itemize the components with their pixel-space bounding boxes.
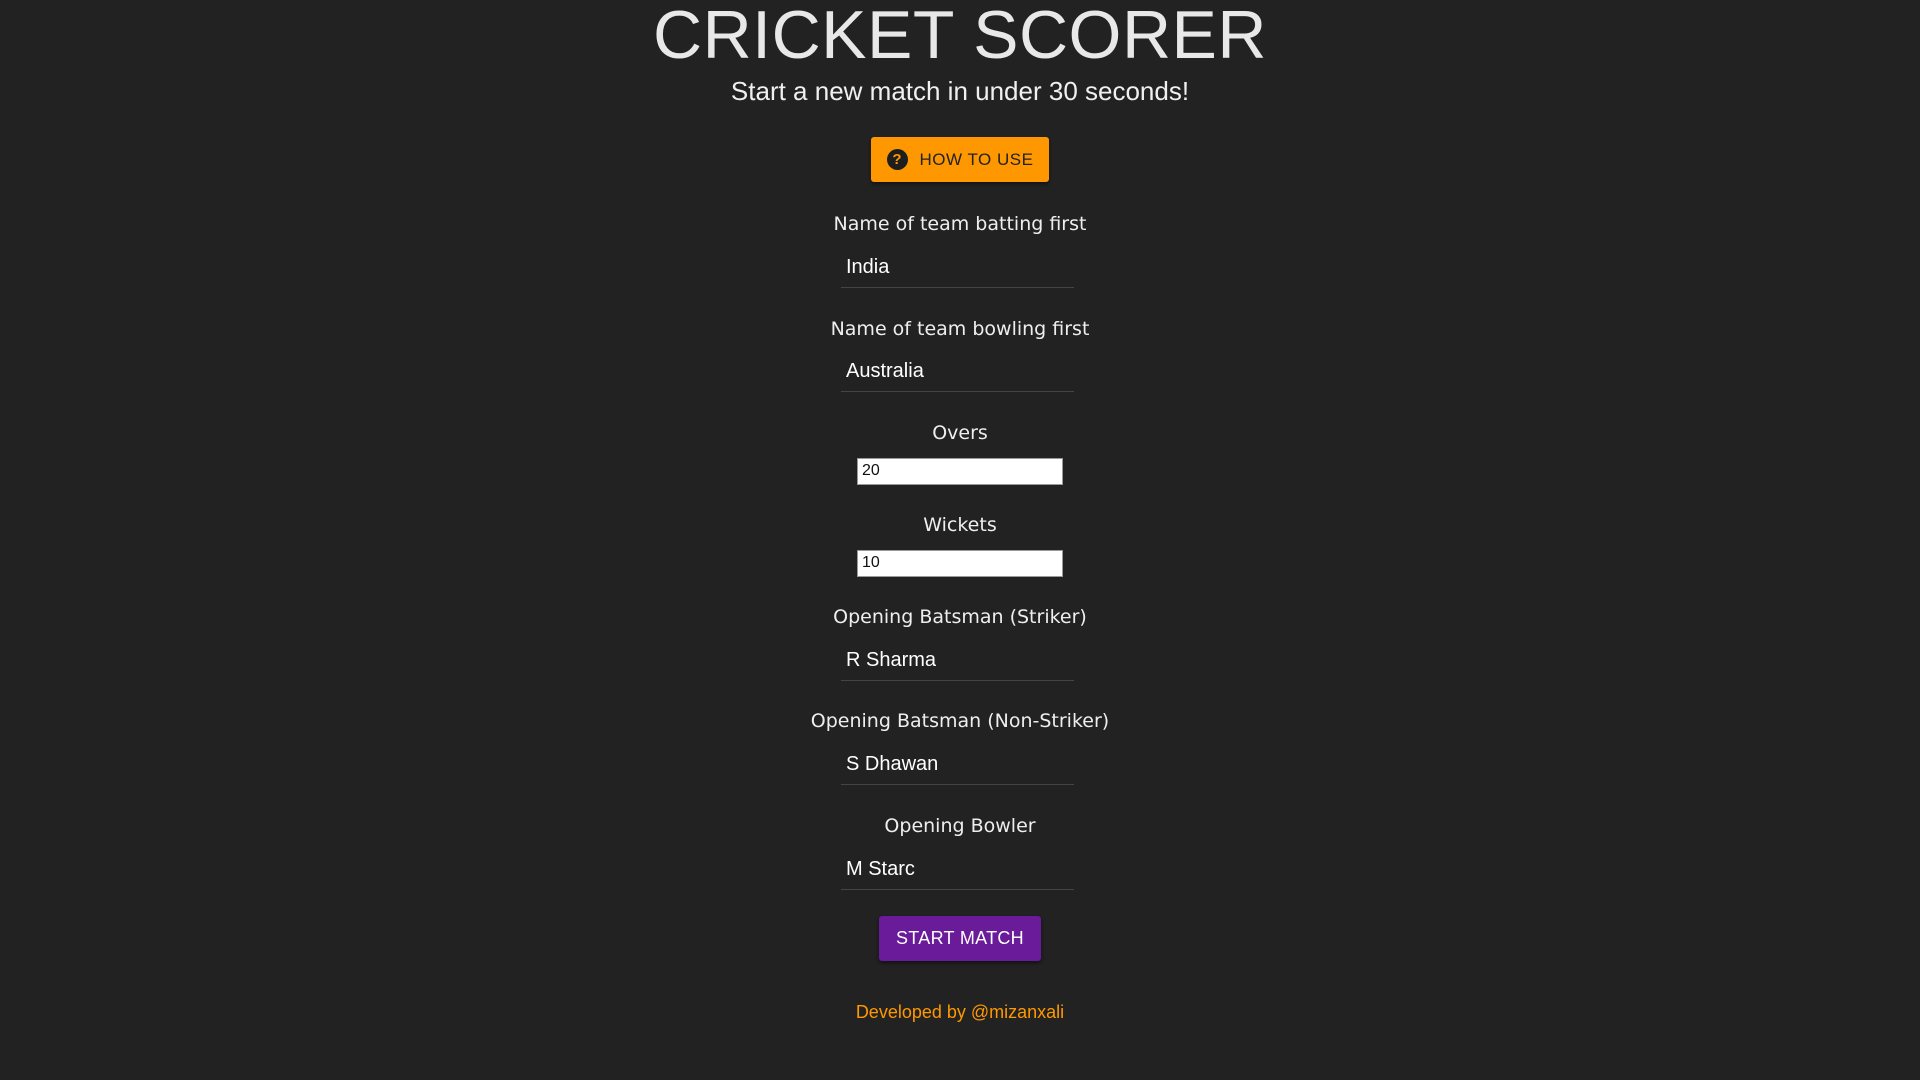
non-striker-field[interactable]: S Dhawan bbox=[841, 749, 1074, 785]
batting-team-field[interactable]: India bbox=[841, 252, 1074, 288]
bowler-value: M Starc bbox=[846, 858, 915, 880]
non-striker-label: Opening Batsman (Non-Striker) bbox=[810, 710, 1110, 732]
wickets-label: Wickets bbox=[923, 514, 997, 536]
bowling-team-field[interactable]: Australia bbox=[841, 356, 1074, 392]
striker-label: Opening Batsman (Striker) bbox=[833, 606, 1087, 628]
start-match-button[interactable]: START MATCH bbox=[879, 916, 1041, 961]
bowler-label: Opening Bowler bbox=[884, 815, 1036, 837]
non-striker-value: S Dhawan bbox=[846, 753, 939, 775]
overs-value: 20 bbox=[862, 462, 880, 479]
page-subtitle: Start a new match in under 30 seconds! bbox=[730, 76, 1190, 106]
wickets-value: 10 bbox=[862, 554, 880, 571]
overs-label: Overs bbox=[932, 422, 988, 444]
striker-field[interactable]: R Sharma bbox=[841, 645, 1074, 681]
page-title: CRICKET SCORER bbox=[652, 0, 1268, 73]
bowling-team-label: Name of team bowling first bbox=[830, 318, 1090, 340]
wickets-input[interactable]: 10 bbox=[857, 550, 1063, 577]
overs-input[interactable]: 20 bbox=[857, 458, 1063, 485]
how-to-use-label: HOW TO USE bbox=[919, 149, 1034, 169]
developer-credit-link[interactable]: Developed by @mizanxali bbox=[0, 1000, 1920, 1024]
batting-team-label: Name of team batting first bbox=[833, 213, 1087, 235]
striker-value: R Sharma bbox=[846, 649, 937, 671]
bowler-field[interactable]: M Starc bbox=[841, 854, 1074, 890]
bowling-team-value: Australia bbox=[846, 360, 924, 382]
how-to-use-button[interactable]: ? HOW TO USE bbox=[871, 137, 1049, 182]
batting-team-value: India bbox=[846, 256, 890, 278]
help-circle-icon: ? bbox=[886, 149, 908, 170]
start-match-page: CRICKET SCORER Start a new match in unde… bbox=[0, 0, 1920, 1080]
